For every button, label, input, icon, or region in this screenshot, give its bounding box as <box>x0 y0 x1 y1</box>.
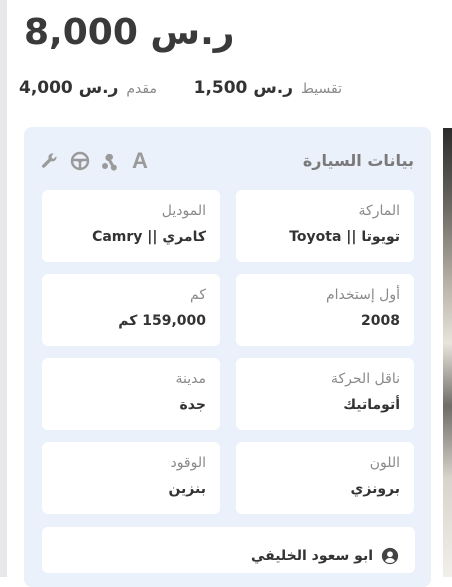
seller-info[interactable]: ابو سعود الخليفي <box>42 527 415 573</box>
field-value: تويوتا || Toyota <box>289 229 400 245</box>
car-photo-edge <box>443 128 452 577</box>
field-value: 159,000 كم <box>118 313 206 329</box>
field-mileage: كم 159,000 كم <box>42 274 220 346</box>
field-label: اللون <box>369 455 400 471</box>
field-model: الموديل كامري || Camry <box>42 190 220 262</box>
down-payment-label: مقدم <box>126 81 157 97</box>
field-label: ناقل الحركة <box>331 371 400 387</box>
field-value: 2008 <box>361 313 400 329</box>
card-title: بيانات السيارة <box>302 151 414 170</box>
field-value: بنزين <box>168 481 206 497</box>
field-first-use: أول إستخدام 2008 <box>236 274 414 346</box>
field-value: برونزي <box>350 481 400 497</box>
user-circle-icon <box>381 547 399 565</box>
installment-label: تقسيط <box>301 81 342 97</box>
field-label: الوقود <box>170 455 206 471</box>
field-value: جدة <box>179 397 206 413</box>
field-value: أتوماتيك <box>343 397 400 413</box>
feature-icons: A <box>40 148 150 173</box>
automatic-transmission-icon: A <box>132 148 148 173</box>
field-value: كامري || Camry <box>92 229 206 245</box>
engine-icon <box>100 151 120 171</box>
field-make: الماركة تويوتا || Toyota <box>236 190 414 262</box>
field-label: كم <box>190 287 206 303</box>
field-label: مدينة <box>175 371 206 387</box>
field-label: أول إستخدام <box>325 287 400 303</box>
down-payment-value: 4,000 ر.س <box>18 78 119 98</box>
installment-value: 1,500 ر.س <box>193 78 294 98</box>
steering-wheel-icon <box>70 151 90 171</box>
field-label: الماركة <box>358 203 400 219</box>
field-fuel: الوقود بنزين <box>42 442 220 514</box>
wrench-icon <box>40 151 60 171</box>
down-payment: مقدم 4,000 ر.س <box>19 78 157 102</box>
field-city: مدينة جدة <box>42 358 220 430</box>
field-transmission: ناقل الحركة أتوماتيك <box>236 358 414 430</box>
installment-price: تقسيط 1,500 ر.س <box>194 78 342 102</box>
seller-name: ابو سعود الخليفي <box>250 548 373 564</box>
field-label: الموديل <box>161 203 206 219</box>
price-main: 8,000 ر.س <box>24 12 235 53</box>
left-edge <box>0 0 7 577</box>
field-color: اللون برونزي <box>236 442 414 514</box>
